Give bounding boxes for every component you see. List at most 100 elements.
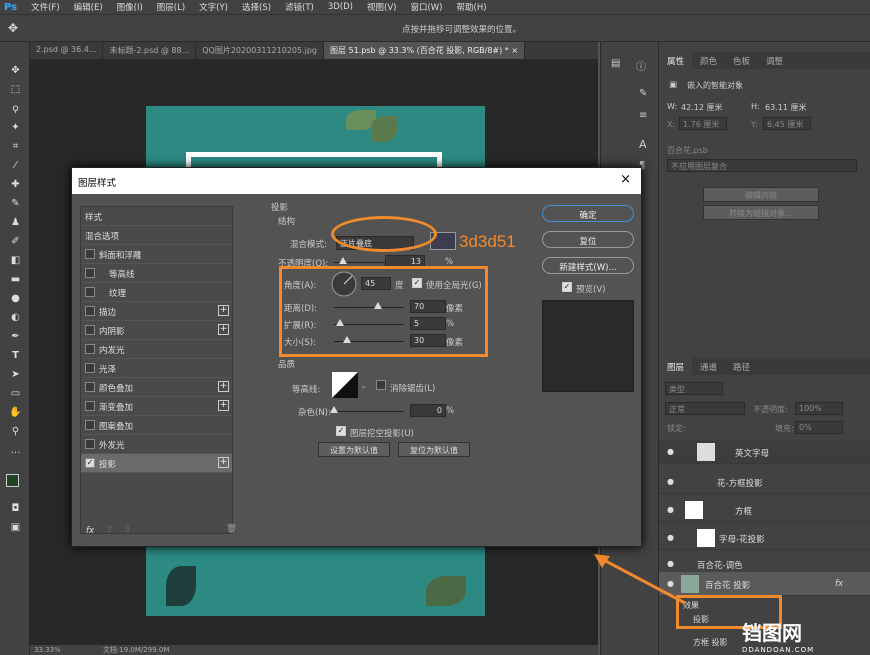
hand-icon[interactable]: ✋	[9, 406, 22, 419]
history-brush-icon[interactable]: ✐	[9, 235, 22, 248]
layer-row[interactable]: ● 花-方框投影	[659, 470, 870, 494]
style-item[interactable]: 样式	[81, 207, 232, 226]
w-value[interactable]: 42.12 厘米	[681, 102, 722, 113]
eraser-icon[interactable]: ◧	[9, 254, 22, 267]
layer-name[interactable]: 方框	[735, 505, 752, 517]
add-style-icon[interactable]: +	[218, 324, 229, 335]
fill-field[interactable]: 0%	[795, 421, 843, 434]
info-icon[interactable]: ⓘ	[636, 58, 646, 73]
style-item[interactable]: 渐变叠加 +	[81, 397, 232, 416]
shape-icon[interactable]: ▭	[9, 387, 22, 400]
layer-name[interactable]: 英文字母	[735, 447, 769, 459]
style-checkbox[interactable]	[85, 363, 95, 373]
style-checkbox[interactable]	[85, 249, 95, 259]
visibility-eye-icon[interactable]: ●	[667, 533, 674, 542]
foreground-color-swatch[interactable]	[6, 474, 19, 487]
history-icon[interactable]: ▤	[611, 58, 620, 69]
menu-3d[interactable]: 3D(D)	[328, 2, 353, 12]
tab-adjustments[interactable]: 调整	[758, 52, 791, 69]
visibility-eye-icon[interactable]: ●	[667, 505, 674, 514]
bottom-layer-name[interactable]: 方框 投影	[693, 637, 728, 648]
layer-filter-select[interactable]: 类型	[665, 382, 723, 395]
style-item[interactable]: 光泽	[81, 359, 232, 378]
style-item[interactable]: 斜面和浮雕	[81, 245, 232, 264]
layer-row[interactable]: ● 方框	[659, 498, 870, 522]
move-down-icon[interactable]: ⇩	[124, 525, 131, 535]
blur-icon[interactable]: ●	[9, 292, 22, 305]
layer-name[interactable]: 百合花-调色	[697, 559, 743, 571]
add-style-icon[interactable]: +	[218, 381, 229, 392]
brush-icon[interactable]: ✎	[9, 197, 22, 210]
style-checkbox[interactable]	[85, 420, 95, 430]
move-tool-icon[interactable]: ✥	[8, 21, 18, 35]
ok-button[interactable]: 确定	[542, 205, 634, 222]
antialias-checkbox[interactable]	[376, 380, 386, 390]
menu-window[interactable]: 窗口(W)	[410, 1, 442, 13]
x-value[interactable]: 1.76 厘米	[679, 117, 727, 130]
style-item[interactable]: 混合选项	[81, 226, 232, 245]
move-icon[interactable]: ✥	[9, 64, 22, 77]
layer-opacity-field[interactable]: 100%	[795, 402, 843, 415]
edit-contents-button[interactable]: 编辑内容	[703, 187, 819, 202]
zoom-icon[interactable]: ⚲	[9, 425, 22, 438]
tab-doc-2[interactable]: 未标题-2.psd @ 88...	[103, 42, 197, 59]
marquee-icon[interactable]: ⬚	[9, 83, 22, 96]
layer-name[interactable]: 百合花 投影	[705, 579, 750, 591]
noise-slider[interactable]	[334, 411, 404, 412]
layer-blend-select[interactable]: 正常	[665, 402, 745, 415]
y-value[interactable]: 6.45 厘米	[763, 117, 811, 130]
tab-doc-3[interactable]: QQ图片20200311210205.jpg	[196, 42, 325, 59]
layer-comp-select[interactable]: 不应用图层复合	[667, 159, 857, 172]
noise-field[interactable]: 0	[410, 404, 446, 417]
tab-paths[interactable]: 路径	[725, 358, 758, 375]
tab-channels[interactable]: 通道	[692, 358, 725, 375]
lasso-icon[interactable]: ϙ	[9, 102, 22, 115]
path-select-icon[interactable]: ➤	[9, 368, 22, 381]
tab-doc-active[interactable]: 图层 51.psb @ 33.3% (百合花 投影, RGB/8#) * ×	[324, 42, 526, 59]
tab-properties[interactable]: 属性	[659, 52, 693, 69]
menu-filter[interactable]: 滤镜(T)	[285, 1, 314, 13]
set-default-button[interactable]: 设置为默认值	[318, 442, 390, 457]
menu-type[interactable]: 文字(Y)	[199, 1, 228, 13]
style-checkbox[interactable]	[85, 325, 95, 335]
visibility-eye-icon[interactable]: ●	[667, 447, 674, 456]
style-checkbox[interactable]	[85, 439, 95, 449]
contour-preview[interactable]	[332, 372, 358, 398]
menu-image[interactable]: 图像(I)	[117, 1, 143, 13]
stamp-icon[interactable]: ♟	[9, 216, 22, 229]
add-style-icon[interactable]: +	[218, 400, 229, 411]
menu-layer[interactable]: 图层(L)	[157, 1, 185, 13]
layer-row[interactable]: ● 字母-花投影	[659, 526, 870, 550]
add-style-icon[interactable]: +	[218, 457, 229, 468]
close-icon[interactable]: ×	[620, 172, 631, 187]
style-item[interactable]: 描边 +	[81, 302, 232, 321]
style-checkbox[interactable]	[85, 382, 95, 392]
new-style-button[interactable]: 新建样式(W)...	[542, 257, 634, 274]
opacity-slider-thumb[interactable]	[339, 257, 347, 264]
menu-file[interactable]: 文件(F)	[31, 1, 60, 13]
reset-button[interactable]: 复位	[542, 231, 634, 248]
fx-badge[interactable]: fx	[835, 579, 843, 589]
visibility-eye-icon[interactable]: ●	[667, 477, 674, 486]
more-tools-icon[interactable]: …	[9, 444, 22, 457]
eyedropper-icon[interactable]: ⁄	[9, 159, 22, 172]
style-item[interactable]: 外发光	[81, 435, 232, 454]
tab-color[interactable]: 颜色	[692, 52, 725, 69]
trash-icon[interactable]: 🗑	[226, 524, 237, 534]
gradient-icon[interactable]: ▬	[9, 273, 22, 286]
magic-wand-icon[interactable]: ✦	[9, 121, 22, 134]
style-checkbox[interactable]	[85, 401, 95, 411]
tab-swatches[interactable]: 色板	[725, 52, 758, 69]
layer-name[interactable]: 字母-花投影	[719, 533, 765, 545]
style-checkbox[interactable]	[85, 287, 95, 297]
style-item[interactable]: 颜色叠加 +	[81, 378, 232, 397]
style-item[interactable]: 内阴影 +	[81, 321, 232, 340]
preview-checkbox[interactable]: ✓	[562, 282, 572, 292]
style-checkbox[interactable]	[85, 306, 95, 316]
knockout-checkbox[interactable]: ✓	[336, 426, 346, 436]
menu-help[interactable]: 帮助(H)	[457, 1, 487, 13]
layer-row[interactable]: ● 英文字母	[659, 440, 870, 464]
style-item[interactable]: 内发光	[81, 340, 232, 359]
menu-view[interactable]: 视图(V)	[367, 1, 396, 13]
layer-row-selected[interactable]: ● 百合花 投影 fx	[659, 572, 870, 596]
